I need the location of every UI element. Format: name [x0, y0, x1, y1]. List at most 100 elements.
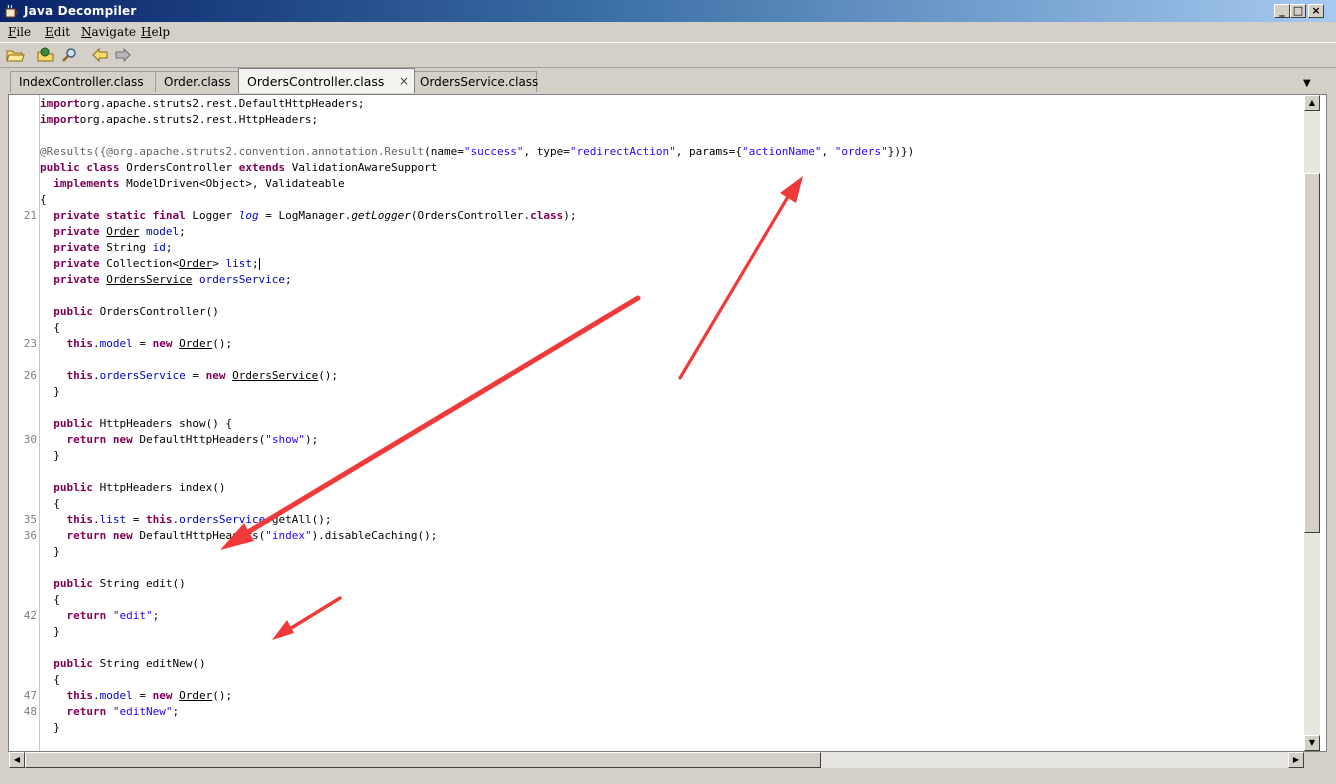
tab-orders-controller[interactable]: OrdersController.class × [238, 68, 415, 93]
vertical-scroll-thumb[interactable] [1304, 173, 1320, 533]
code-line: private String id; [40, 240, 172, 256]
code-line: public HttpHeaders index() [40, 480, 225, 496]
code-token: = [132, 689, 153, 702]
code-token: this [66, 369, 94, 382]
code-token: return [66, 529, 107, 542]
code-token: @Results({@org.apache.struts2.convention… [40, 145, 425, 158]
vertical-scrollbar[interactable]: ▲ ▼ [1304, 95, 1320, 751]
search-icon[interactable] [60, 46, 80, 64]
menu-navigate[interactable]: Navigate [81, 25, 136, 39]
code-token: , [821, 145, 835, 158]
tab-list-dropdown-icon[interactable]: ▼ [1303, 78, 1311, 89]
code-token: new [152, 689, 173, 702]
code-token: } [40, 721, 60, 734]
code-token: ; [251, 257, 259, 270]
open-folder-icon[interactable] [5, 46, 25, 64]
code-token: class [530, 209, 564, 222]
code-token: new [205, 369, 226, 382]
code-line: public OrdersController() [40, 304, 219, 320]
code-token: , params={ [675, 145, 743, 158]
code-token: id [152, 241, 166, 254]
scroll-down-button[interactable]: ▼ [1304, 735, 1320, 751]
code-token: "show" [265, 433, 305, 446]
code-line: importorg.apache.struts2.rest.HttpHeader… [40, 112, 318, 128]
maximize-button[interactable]: □ [1290, 4, 1306, 18]
minimize-button[interactable]: _ [1274, 4, 1290, 18]
code-token: org.apache.struts2.rest.HttpHeaders; [79, 113, 319, 126]
code-token: HttpHeaders index() [93, 481, 226, 494]
line-number: 36 [23, 529, 37, 542]
code-line: private static final Logger log = LogMan… [40, 208, 576, 224]
horizontal-scroll-thumb[interactable] [25, 752, 821, 768]
forward-icon[interactable] [113, 46, 133, 64]
code-token: (); [318, 369, 339, 382]
code-token: import [40, 97, 80, 110]
code-token: . [93, 513, 100, 526]
code-token: ; [285, 273, 292, 286]
code-token: (OrdersController. [410, 209, 531, 222]
scroll-up-button[interactable]: ▲ [1304, 95, 1320, 111]
menu-help[interactable]: Help [141, 25, 170, 39]
code-token: = [185, 369, 206, 382]
code-token: } [40, 545, 60, 558]
menu-edit[interactable]: Edit [45, 25, 70, 39]
code-token: { [40, 193, 47, 206]
back-icon[interactable] [90, 46, 110, 64]
code-token: Order [179, 689, 213, 702]
tab-order[interactable]: Order.class [155, 71, 241, 92]
menu-bar: File Edit Navigate Help [0, 22, 1336, 42]
tab-close-icon[interactable]: × [399, 74, 409, 88]
line-number: 30 [23, 433, 37, 446]
line-number: 42 [23, 609, 37, 622]
code-line: private Order model; [40, 224, 186, 240]
scrollbar-corner [1304, 752, 1320, 768]
line-number: 23 [23, 337, 37, 350]
code-token: DefaultHttpHeaders( [132, 529, 266, 542]
code-token: this [146, 513, 173, 526]
code-token: public [53, 577, 93, 590]
code-token: (name= [424, 145, 464, 158]
open-type-icon[interactable] [36, 46, 56, 64]
code-token: ; [179, 225, 186, 238]
code-token: static [106, 209, 146, 222]
code-token: , type= [523, 145, 570, 158]
code-line: private Collection<Order> list; [40, 256, 260, 272]
code-token: return [66, 705, 107, 718]
code-token: return [66, 433, 107, 446]
code-text[interactable]: importorg.apache.struts2.rest.DefaultHtt… [40, 95, 1304, 751]
line-number: 35 [23, 513, 37, 526]
title-bar: Java Decompiler _ □ × [0, 0, 1336, 22]
tab-orders-service[interactable]: OrdersService.class [411, 71, 538, 92]
code-token: public [53, 481, 93, 494]
code-token: { [40, 673, 60, 686]
tab-index-controller[interactable]: IndexController.class [10, 71, 159, 92]
scroll-left-button[interactable]: ◀ [9, 752, 25, 768]
code-token: String edit() [93, 577, 186, 590]
code-token: this [66, 689, 94, 702]
close-button[interactable]: × [1308, 4, 1324, 18]
code-token: . [93, 337, 100, 350]
code-token: model [145, 225, 180, 238]
code-token: OrdersController() [93, 305, 219, 318]
code-editor[interactable]: 21 23 26 30 35 36 42 47 48 importorg.apache.stru… [8, 94, 1327, 752]
code-line: return new DefaultHttpHeaders("show"); [40, 432, 319, 448]
code-token: } [40, 385, 60, 398]
tab-bar: IndexController.class Order.class Orders… [8, 68, 1326, 94]
code-line: { [40, 192, 47, 208]
menu-file[interactable]: File [8, 25, 31, 39]
horizontal-scrollbar[interactable]: ◀ ▶ [9, 752, 1304, 768]
scroll-right-button[interactable]: ▶ [1288, 752, 1304, 768]
